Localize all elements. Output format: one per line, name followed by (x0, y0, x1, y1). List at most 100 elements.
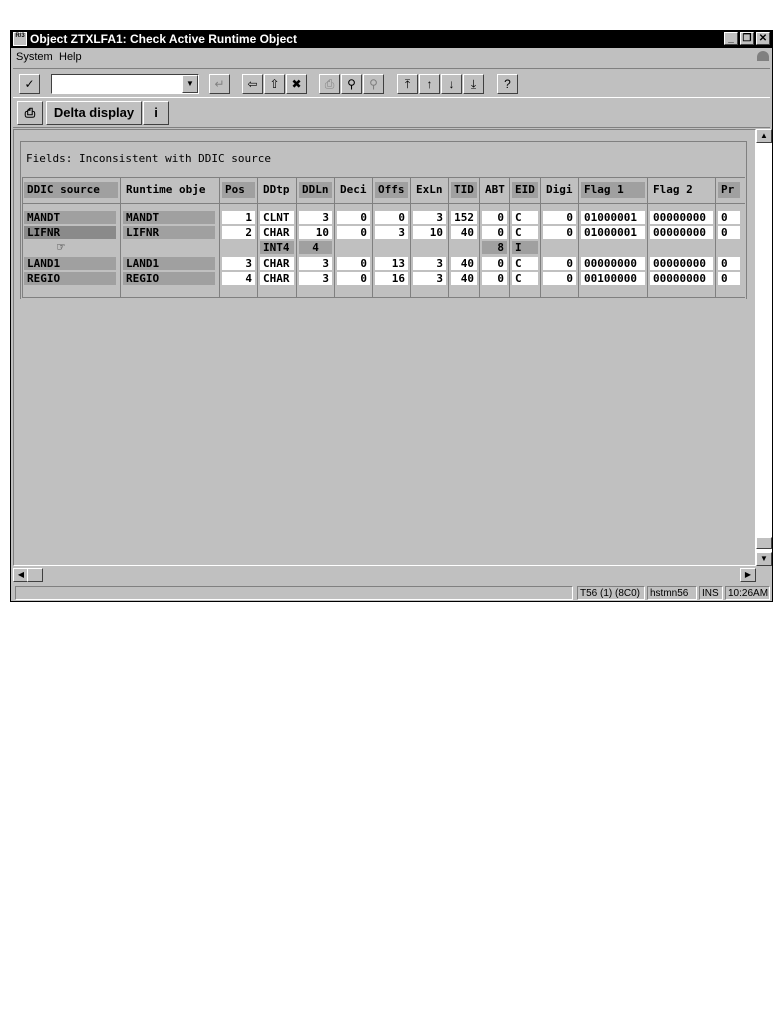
table-cell-ddic-source[interactable]: LIFNR (24, 226, 116, 239)
table-cell-flag2[interactable]: 00000000 (650, 226, 713, 239)
cancel-icon[interactable]: ✖ (286, 74, 307, 94)
sap-logo-icon[interactable]: R/3 (13, 32, 27, 46)
vertical-scroll-thumb[interactable] (756, 537, 772, 549)
table-cell-ddtp[interactable]: CHAR (260, 272, 294, 285)
table-cell-ddln[interactable]: 4 (299, 241, 332, 254)
table-cell-ddic-source[interactable]: MANDT (24, 211, 116, 224)
print-icon[interactable]: ⎙ (17, 101, 43, 125)
table-cell-ddtp[interactable]: INT4 (260, 241, 294, 254)
col-header-flag2[interactable]: Flag 2 (650, 182, 713, 198)
table-cell-pr[interactable]: 0 (718, 211, 740, 224)
col-header-abt[interactable]: ABT (482, 182, 507, 198)
find-icon[interactable]: ⚲ (341, 74, 362, 94)
col-header-pr[interactable]: Pr (718, 182, 740, 198)
table-cell-ddln[interactable]: 3 (299, 272, 332, 285)
table-cell-abt[interactable]: 0 (482, 226, 507, 239)
table-cell-exln[interactable]: 3 (413, 211, 446, 224)
col-header-offs[interactable]: Offs (375, 182, 408, 198)
table-cell-tid[interactable]: 40 (451, 226, 477, 239)
table-cell-flag1[interactable]: 01000001 (581, 211, 645, 224)
scroll-down-icon[interactable]: ▼ (756, 552, 772, 566)
table-cell-digi[interactable]: 0 (543, 211, 576, 224)
title-bar[interactable]: R/3 Object ZTXLFA1: Check Active Runtime… (11, 31, 772, 48)
status-mode[interactable]: INS (699, 586, 723, 600)
col-header-ddln[interactable]: DDLn (299, 182, 332, 198)
table-cell-abt[interactable]: 8 (482, 241, 507, 254)
menu-help[interactable]: Help (59, 48, 82, 66)
table-cell-digi[interactable]: 0 (543, 226, 576, 239)
close-icon[interactable]: ✕ (756, 32, 770, 45)
table-cell-exln[interactable]: 3 (413, 257, 446, 270)
table-cell-offs[interactable]: 16 (375, 272, 408, 285)
table-cell-eid[interactable]: C (512, 257, 538, 270)
table-cell-flag2[interactable]: 00000000 (650, 272, 713, 285)
col-header-tid[interactable]: TID (451, 182, 477, 198)
table-cell-pr[interactable]: 0 (718, 257, 740, 270)
enter-icon[interactable]: ↵ (209, 74, 230, 94)
scroll-right-icon[interactable]: ▶ (740, 568, 756, 582)
col-header-ddtp[interactable]: DDtp (260, 182, 294, 198)
table-cell-runtime-object[interactable]: LIFNR (123, 226, 215, 239)
table-cell-abt[interactable]: 0 (482, 257, 507, 270)
table-cell-ddtp[interactable]: CLNT (260, 211, 294, 224)
table-cell-ddtp[interactable]: CHAR (260, 257, 294, 270)
table-cell-digi[interactable]: 0 (543, 257, 576, 270)
table-cell-ddic-source[interactable]: LAND1 (24, 257, 116, 270)
table-cell-offs[interactable]: 0 (375, 211, 408, 224)
next-page-icon[interactable]: ↓ (441, 74, 462, 94)
table-cell-exln[interactable]: 10 (413, 226, 446, 239)
table-cell-flag2[interactable]: 00000000 (650, 257, 713, 270)
dropdown-icon[interactable]: ▼ (182, 75, 198, 93)
table-cell-eid[interactable]: C (512, 211, 538, 224)
horizontal-scrollbar[interactable]: ◀ ▶ (13, 567, 756, 583)
col-header-eid[interactable]: EID (512, 182, 538, 198)
table-cell-ddic-source[interactable]: REGIO (24, 272, 116, 285)
previous-page-icon[interactable]: ↑ (419, 74, 440, 94)
table-cell-deci[interactable]: 0 (337, 272, 370, 285)
restore-icon[interactable]: ❐ (740, 32, 754, 45)
col-header-runtime-object[interactable]: Runtime obje (123, 182, 217, 198)
command-field[interactable]: ▼ (51, 74, 199, 94)
last-page-icon[interactable]: ⤓ (463, 74, 484, 94)
table-cell-flag1[interactable]: 01000001 (581, 226, 645, 239)
col-header-exln[interactable]: ExLn (413, 182, 446, 198)
table-cell-ddln[interactable]: 3 (299, 257, 332, 270)
horizontal-scroll-thumb[interactable] (27, 568, 43, 582)
back-icon[interactable]: ⇦ (242, 74, 263, 94)
col-header-flag1[interactable]: Flag 1 (581, 182, 645, 198)
scroll-up-icon[interactable]: ▲ (756, 129, 772, 143)
help-icon[interactable]: ? (497, 74, 518, 94)
table-cell-abt[interactable]: 0 (482, 211, 507, 224)
table-cell-deci[interactable]: 0 (337, 226, 370, 239)
print-icon[interactable]: ⎙ (319, 74, 340, 94)
table-cell-flag1[interactable]: 00100000 (581, 272, 645, 285)
table-cell-pos[interactable]: 3 (222, 257, 255, 270)
check-icon[interactable]: ✓ (19, 74, 40, 94)
table-cell-runtime-object[interactable]: LAND1 (123, 257, 215, 270)
table-cell-tid[interactable]: 40 (451, 257, 477, 270)
vertical-scrollbar[interactable]: ▲ ▼ (756, 129, 772, 566)
table-cell-exln[interactable]: 3 (413, 272, 446, 285)
table-cell-pos[interactable]: 1 (222, 211, 255, 224)
table-cell-pos[interactable]: 2 (222, 226, 255, 239)
table-cell-offs[interactable]: 13 (375, 257, 408, 270)
table-cell-flag1[interactable]: 00000000 (581, 257, 645, 270)
table-cell-ddln[interactable]: 10 (299, 226, 332, 239)
status-system[interactable]: T56 (1) (8C0) (577, 586, 645, 600)
exit-icon[interactable]: ⇧ (264, 74, 285, 94)
table-cell-ddtp[interactable]: CHAR (260, 226, 294, 239)
table-cell-digi[interactable]: 0 (543, 272, 576, 285)
table-cell-abt[interactable]: 0 (482, 272, 507, 285)
table-cell-pr[interactable]: 0 (718, 226, 740, 239)
delta-display-button[interactable]: Delta display (46, 101, 142, 125)
col-header-pos[interactable]: Pos (222, 182, 255, 198)
table-cell-pr[interactable]: 0 (718, 272, 740, 285)
col-header-digi[interactable]: Digi (543, 182, 576, 198)
table-cell-deci[interactable]: 0 (337, 211, 370, 224)
table-cell-flag2[interactable]: 00000000 (650, 211, 713, 224)
table-cell-runtime-object[interactable]: MANDT (123, 211, 215, 224)
minimize-icon[interactable]: _ (724, 32, 738, 45)
table-cell-eid[interactable]: C (512, 272, 538, 285)
info-icon[interactable]: i (143, 101, 169, 125)
table-cell-ddln[interactable]: 3 (299, 211, 332, 224)
